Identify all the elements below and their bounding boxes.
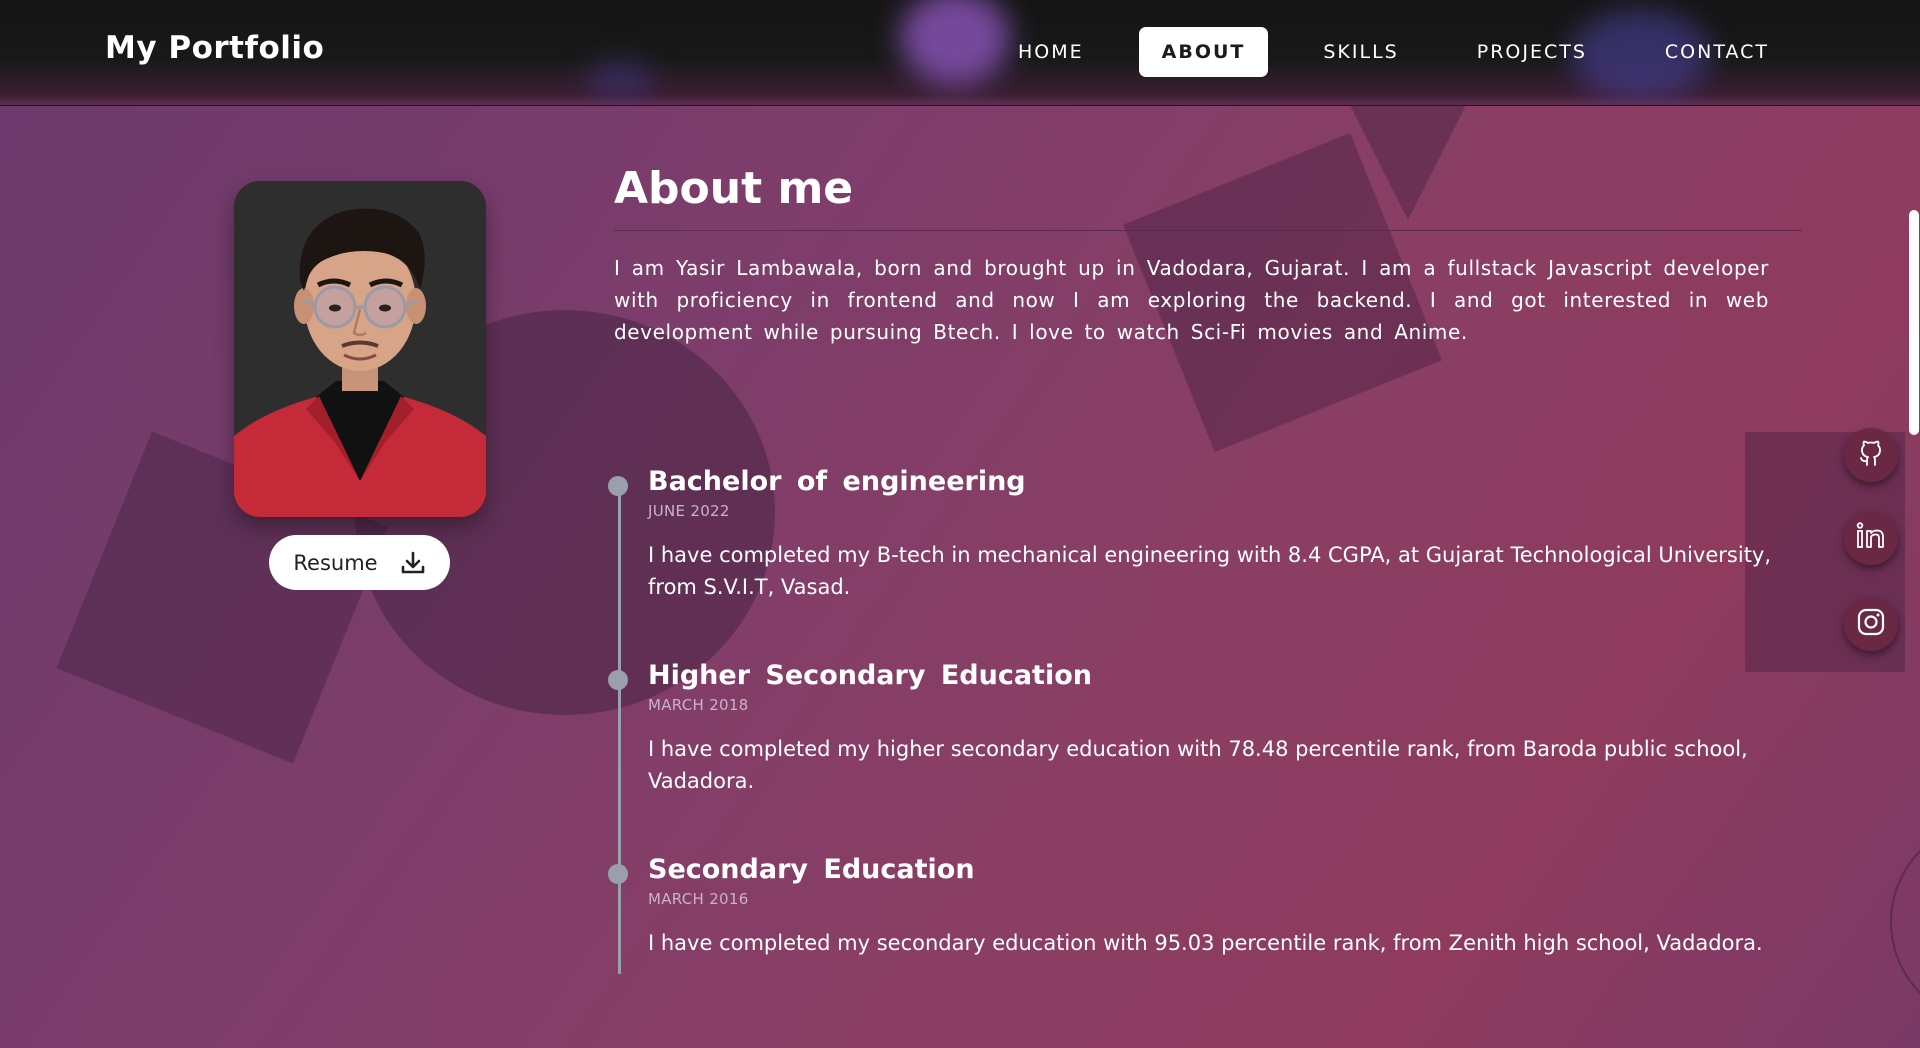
timeline-item: Secondary Education MARCH 2016 I have co…	[608, 853, 1778, 959]
timeline-date: JUNE 2022	[648, 502, 730, 520]
profile-photo-illustration	[234, 181, 486, 517]
github-icon	[1856, 438, 1886, 472]
nav-skills[interactable]: SKILLS	[1300, 27, 1421, 77]
timeline-title: Higher Secondary Education	[648, 660, 1092, 691]
about-divider	[614, 230, 1802, 231]
instagram-button[interactable]	[1844, 597, 1898, 651]
site-header: My Portfolio HOME ABOUT SKILLS PROJECTS …	[0, 0, 1920, 106]
timeline-title: Secondary Education	[648, 854, 975, 885]
timeline-item: Bachelor of engineering JUNE 2022 I have…	[608, 465, 1778, 603]
timeline-date: MARCH 2016	[648, 890, 749, 908]
github-button[interactable]	[1844, 428, 1898, 482]
linkedin-button[interactable]	[1844, 511, 1898, 565]
timeline-description: I have completed my higher secondary edu…	[648, 737, 1748, 793]
scrollbar-thumb[interactable]	[1909, 210, 1919, 435]
download-icon	[400, 550, 426, 576]
instagram-icon	[1856, 607, 1886, 641]
background-triangle	[1350, 105, 1466, 220]
timeline-line	[618, 484, 621, 974]
about-text: I am Yasir Lambawala, born and brought u…	[614, 256, 1769, 344]
page: My Portfolio HOME ABOUT SKILLS PROJECTS …	[0, 0, 1920, 1048]
nav-contact[interactable]: CONTACT	[1642, 27, 1792, 77]
header-glow	[585, 60, 655, 100]
linkedin-icon	[1855, 521, 1887, 555]
resume-label: Resume	[293, 550, 378, 575]
site-logo[interactable]: My Portfolio	[105, 30, 324, 66]
resume-button[interactable]: Resume	[269, 535, 450, 590]
timeline-item: Higher Secondary Education MARCH 2018 I …	[608, 659, 1778, 797]
profile-photo	[234, 181, 486, 517]
nav-projects[interactable]: PROJECTS	[1454, 27, 1610, 77]
main-nav: HOME ABOUT SKILLS PROJECTS CONTACT	[995, 27, 1792, 77]
timeline-dot	[608, 476, 628, 496]
timeline-date: MARCH 2018	[648, 696, 749, 714]
page-scrollbar[interactable]	[1908, 0, 1920, 1048]
about-title: About me	[614, 163, 854, 214]
nav-home[interactable]: HOME	[995, 27, 1107, 77]
timeline-title: Bachelor of engineering	[648, 466, 1026, 497]
timeline-dot	[608, 864, 628, 884]
timeline-dot	[608, 670, 628, 690]
timeline-description: I have completed my secondary education …	[648, 931, 1763, 955]
nav-about[interactable]: ABOUT	[1138, 27, 1269, 77]
header-glow	[900, 0, 1010, 85]
timeline-description: I have completed my B-tech in mechanical…	[648, 543, 1772, 599]
